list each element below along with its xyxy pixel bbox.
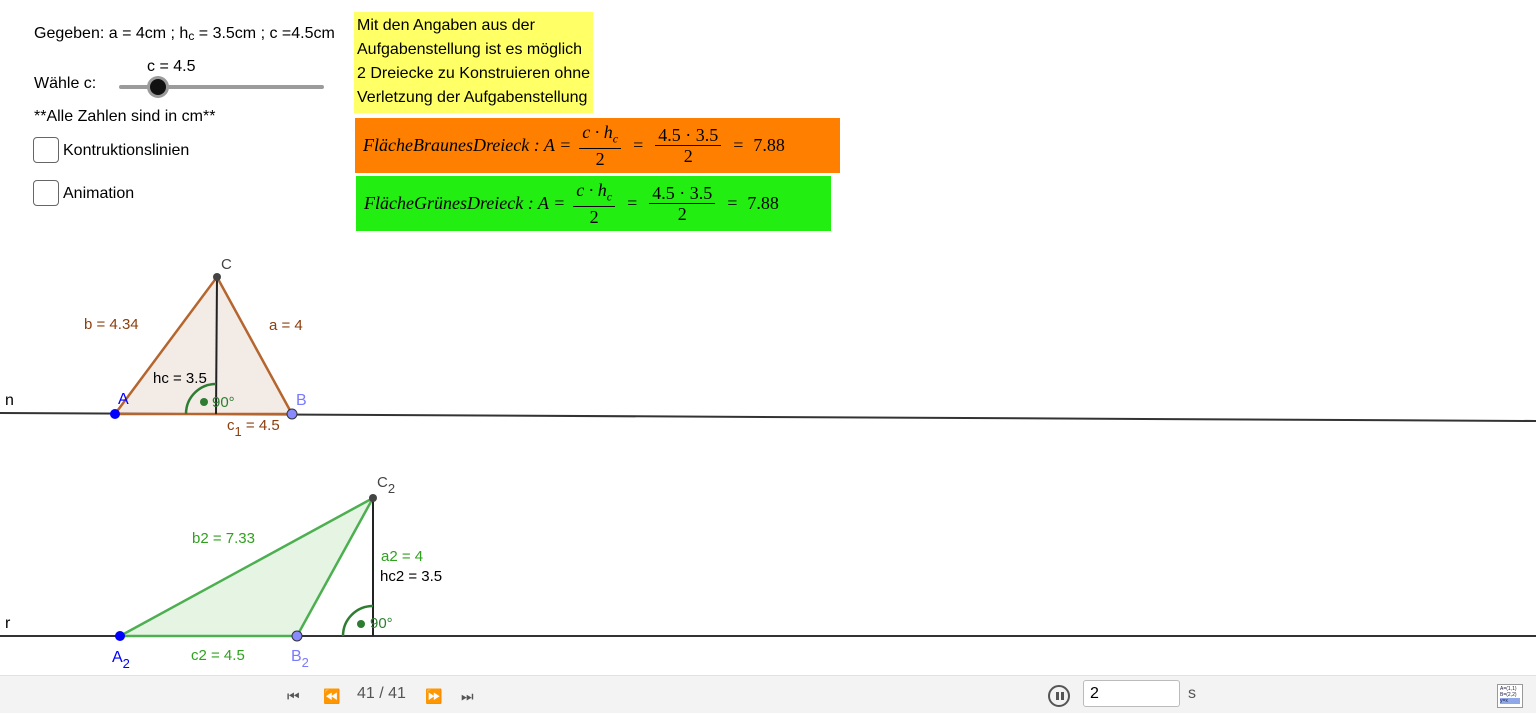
line-r-label: r [5, 615, 11, 632]
triangle-brown[interactable] [112, 274, 295, 416]
angle-label-2: 90° [370, 615, 393, 632]
height-hc-label: hc = 3.5 [153, 370, 207, 387]
side-a2-label: a2 = 4 [381, 548, 423, 565]
point-C2-label: C2 [377, 474, 395, 496]
right-angle-dot [200, 398, 208, 406]
height-hc2-label: hc2 = 3.5 [380, 568, 442, 585]
point-B-label: B [296, 392, 307, 409]
right-angle-dot-2 [357, 620, 365, 628]
step-counter: 41 / 41 [357, 685, 406, 702]
previous-step-button[interactable]: ⏪ [323, 688, 340, 705]
angle-label: 90° [212, 394, 235, 411]
point-C-label: C [221, 256, 232, 273]
line-n-label: n [5, 392, 14, 409]
speed-input[interactable] [1083, 680, 1180, 707]
side-b2-label: b2 = 7.33 [192, 530, 255, 547]
point-B[interactable] [286, 408, 298, 420]
point-C[interactable] [213, 273, 221, 281]
side-c1-label: c1 = 4.5 [227, 417, 280, 439]
point-A2-label: A2 [112, 649, 130, 671]
speed-unit: s [1188, 685, 1196, 702]
side-c2-label: c2 = 4.5 [191, 647, 245, 664]
point-C2[interactable] [369, 494, 377, 502]
side-a-label: a = 4 [269, 317, 303, 334]
triangle-green[interactable] [119, 494, 377, 638]
pause-button[interactable] [1048, 685, 1070, 707]
animation-toolbar: ⏮ ⏪ 41 / 41 ⏩ ⏭ s A=(1,1) B=(2,2) y=x [0, 675, 1536, 713]
right-angle-arc-2 [341, 604, 374, 637]
last-step-button[interactable]: ⏭ [461, 688, 474, 705]
side-b-label: b = 4.34 [84, 316, 139, 333]
point-A-label: A [118, 391, 129, 408]
point-A[interactable] [110, 409, 120, 419]
geometry-canvas[interactable]: n 90° C A B b = 4.34 a = 4 hc = 3.5 c1 =… [0, 0, 1536, 675]
first-step-button[interactable]: ⏮ [287, 688, 300, 705]
point-A2[interactable] [115, 631, 125, 641]
point-B2[interactable] [291, 630, 303, 642]
next-step-button[interactable]: ⏩ [425, 688, 442, 705]
algebra-view-icon[interactable]: A=(1,1) B=(2,2) y=x [1497, 684, 1523, 708]
point-B2-label: B2 [291, 648, 309, 670]
